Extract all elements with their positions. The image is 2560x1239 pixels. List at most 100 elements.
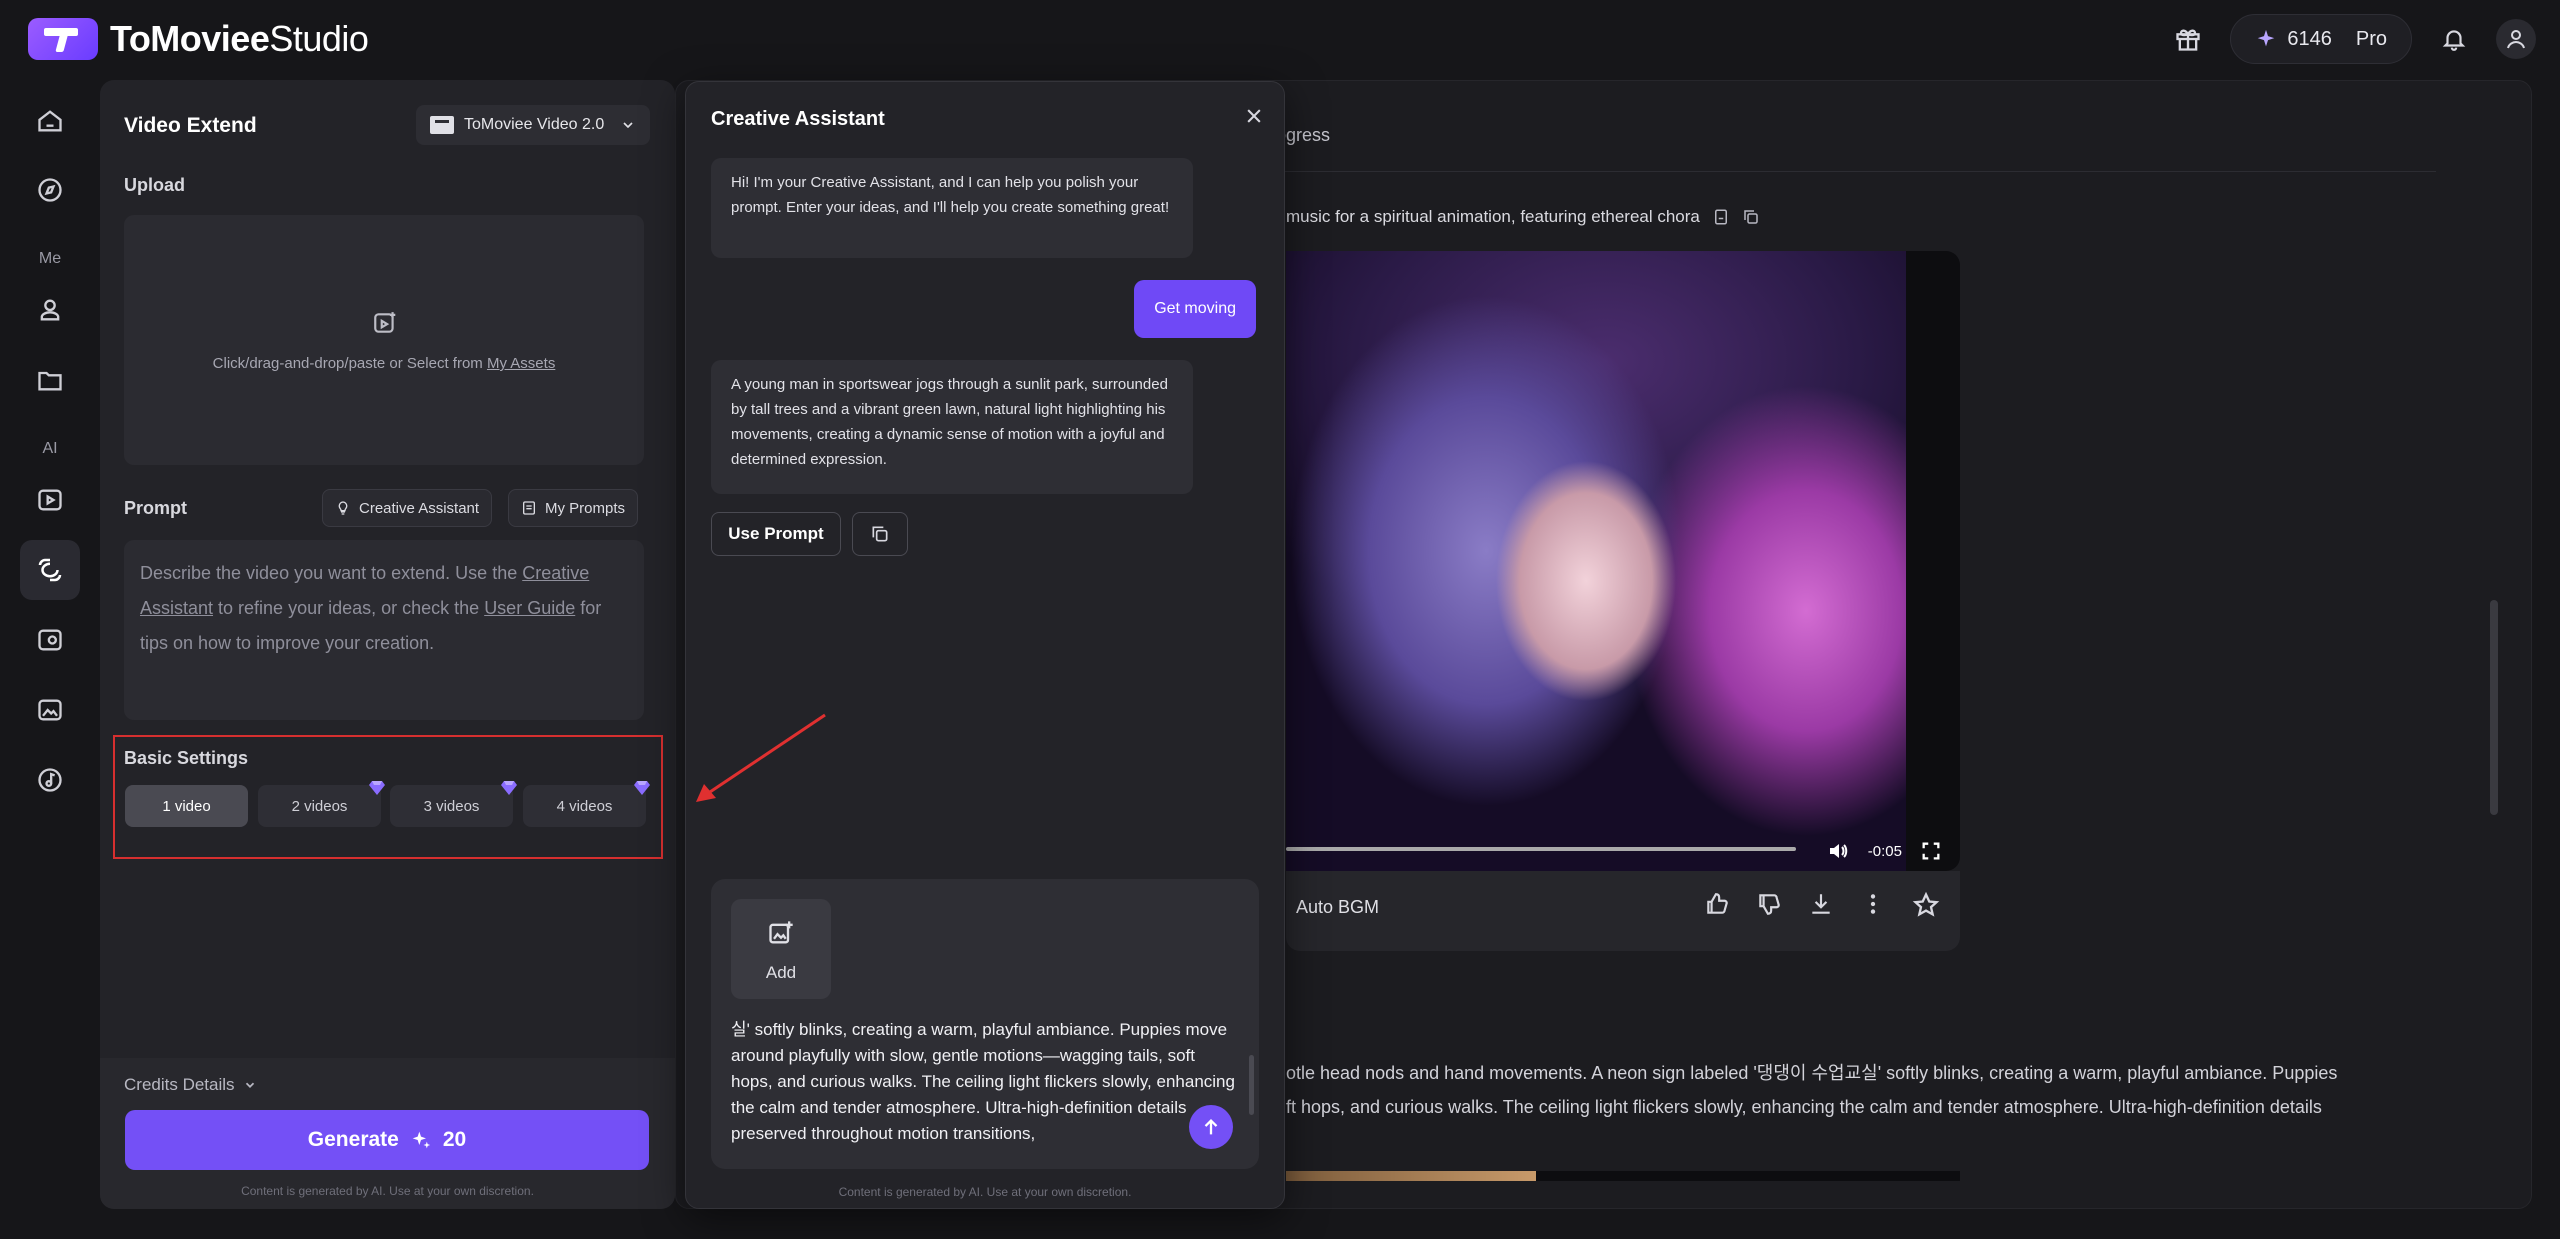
- premium-gem-icon: [369, 781, 385, 795]
- rail-video-extend[interactable]: [20, 540, 80, 600]
- prompt-input[interactable]: Describe the video you want to extend. U…: [124, 540, 644, 720]
- user-icon: [2507, 30, 2525, 49]
- model-name: ToMoviee Video 2.0: [464, 116, 605, 133]
- sparkle-icon: [2258, 29, 2275, 47]
- model-select[interactable]: ToMoviee Video 2.0: [416, 105, 650, 145]
- profile-icon: [40, 299, 60, 321]
- rail-assets[interactable]: [20, 350, 80, 410]
- desc-line-1: otle head nods and hand movements. A neo…: [1286, 1063, 2338, 1083]
- video-count-1[interactable]: 1 video: [125, 785, 248, 827]
- assistant-greeting: Hi! I'm your Creative Assistant, and I c…: [711, 158, 1193, 258]
- desc-line-2: ft hops, and curious walks. The ceiling …: [1286, 1097, 2322, 1117]
- video-thumbnail: [1286, 251, 1906, 871]
- copy-reply-button[interactable]: [852, 512, 908, 556]
- video-count-2[interactable]: 2 videos: [258, 781, 385, 827]
- arrow-up-icon: [1204, 1118, 1218, 1135]
- add-label: Add: [765, 963, 797, 982]
- creative-assistant-dialog: Creative Assistant Hi! I'm your Creative…: [685, 81, 1285, 1209]
- rail-image-tools[interactable]: [20, 680, 80, 740]
- creative-assistant-label: Creative Assistant: [359, 499, 480, 517]
- main-divider: [1236, 171, 2436, 172]
- rail-section-ai: AI: [42, 440, 58, 457]
- more-icon[interactable]: [1860, 891, 1886, 917]
- image-video-icon: [38, 629, 62, 651]
- compass-icon: [38, 178, 62, 202]
- prompt-placeholder-part-2: to refine your ideas, or check the: [213, 598, 485, 618]
- assistant-reply: A young man in sportswear jogs through a…: [711, 360, 1193, 494]
- star-icon[interactable]: [1912, 891, 1940, 919]
- rail-music[interactable]: [20, 750, 80, 810]
- dialog-disclaimer: Content is generated by AI. Use at your …: [838, 1185, 1132, 1199]
- my-prompts-label: My Prompts: [545, 499, 626, 517]
- copy-icon: [872, 526, 888, 542]
- upload-dropzone[interactable]: Click/drag-and-drop/paste or Select from…: [124, 215, 644, 465]
- volume-icon[interactable]: [1826, 839, 1850, 863]
- rail-text-to-video[interactable]: [20, 470, 80, 530]
- lightbulb-icon: [338, 501, 348, 515]
- model-icon: [430, 116, 454, 134]
- main-scrollbar[interactable]: [2490, 600, 2498, 815]
- generation-description: otle head nods and hand movements. A neo…: [1286, 1056, 2346, 1124]
- video-count-2-label: 2 videos: [291, 797, 348, 815]
- music-icon: [38, 768, 62, 792]
- prompt-label: Prompt: [124, 498, 187, 518]
- folder-icon: [38, 371, 62, 391]
- creative-assistant-button[interactable]: Creative Assistant: [322, 489, 493, 527]
- home-icon: [38, 110, 62, 132]
- rail-home[interactable]: [20, 91, 80, 151]
- generate-label: Generate: [307, 1128, 399, 1151]
- rail-profile[interactable]: [20, 280, 80, 340]
- next-video-thumbnail[interactable]: [1286, 1171, 1960, 1181]
- top-bar: ToMovieeStudio 6146 Pro: [0, 0, 2560, 80]
- my-prompts-button[interactable]: My Prompts: [508, 489, 639, 527]
- generate-button[interactable]: Generate 20: [125, 1110, 649, 1170]
- premium-gem-icon: [501, 781, 517, 795]
- prompt-placeholder-part-1: Describe the video you want to extend. U…: [140, 563, 523, 583]
- video-meta-bar: Auto BGM: [1286, 871, 1960, 951]
- thumbs-up-icon[interactable]: [1704, 891, 1730, 917]
- video-count-4-label: 4 videos: [556, 797, 613, 815]
- panel-disclaimer: Content is generated by AI. Use at your …: [241, 1184, 534, 1198]
- rail-explore[interactable]: [20, 160, 80, 220]
- user-guide-link[interactable]: User Guide: [484, 598, 575, 618]
- brand-logo[interactable]: ToMovieeStudio: [28, 18, 369, 60]
- rail-image-to-video[interactable]: [20, 610, 80, 670]
- video-controls: -0:05: [1286, 831, 1960, 871]
- my-assets-link[interactable]: My Assets: [487, 355, 555, 372]
- compose-input[interactable]: 실' softly blinks, creating a warm, playf…: [731, 1017, 1236, 1155]
- bell-icon[interactable]: [2434, 19, 2474, 59]
- upload-label: Upload: [124, 175, 185, 195]
- image-edit-icon: [38, 699, 62, 721]
- rail-section-me: Me: [38, 250, 62, 267]
- thumbs-down-icon[interactable]: [1756, 891, 1782, 917]
- brand-name: ToMoviee: [110, 18, 270, 59]
- logo-mark-icon: [28, 18, 98, 60]
- credits-details-toggle[interactable]: Credits Details: [124, 1075, 257, 1095]
- avatar[interactable]: [2496, 19, 2536, 59]
- bgm-label[interactable]: Auto BGM: [1296, 897, 1379, 918]
- compose-scrollbar[interactable]: [1249, 1055, 1254, 1115]
- use-prompt-button[interactable]: Use Prompt: [711, 512, 841, 556]
- close-icon[interactable]: [1240, 102, 1268, 130]
- left-rail: Me AI: [0, 90, 100, 1230]
- download-icon[interactable]: [1808, 891, 1834, 917]
- save-prompt-icon[interactable]: [1712, 208, 1730, 226]
- chevron-down-icon: [245, 1082, 254, 1088]
- video-extend-panel: Video Extend ToMoviee Video 2.0 Upload C…: [100, 80, 675, 1209]
- generate-cost: 20: [442, 1128, 467, 1151]
- dialog-title: Creative Assistant: [711, 108, 885, 130]
- video-count-3[interactable]: 3 videos: [390, 781, 517, 827]
- fullscreen-icon[interactable]: [1920, 840, 1942, 862]
- basic-settings-title: Basic Settings: [124, 748, 249, 768]
- gift-icon[interactable]: [2168, 19, 2208, 59]
- video-count-4[interactable]: 4 videos: [523, 781, 650, 827]
- video-player[interactable]: -0:05: [1286, 251, 1960, 871]
- send-button[interactable]: [1189, 1105, 1233, 1149]
- copy-icon[interactable]: [1742, 208, 1760, 226]
- annotation-arrow-icon: [696, 713, 826, 802]
- sparkle-icon: [412, 1131, 431, 1149]
- add-attachment-button[interactable]: Add: [731, 899, 831, 999]
- video-count-3-label: 3 videos: [423, 797, 480, 815]
- video-time: -0:05: [1867, 842, 1902, 860]
- credits-pill[interactable]: 6146 Pro: [2230, 14, 2412, 64]
